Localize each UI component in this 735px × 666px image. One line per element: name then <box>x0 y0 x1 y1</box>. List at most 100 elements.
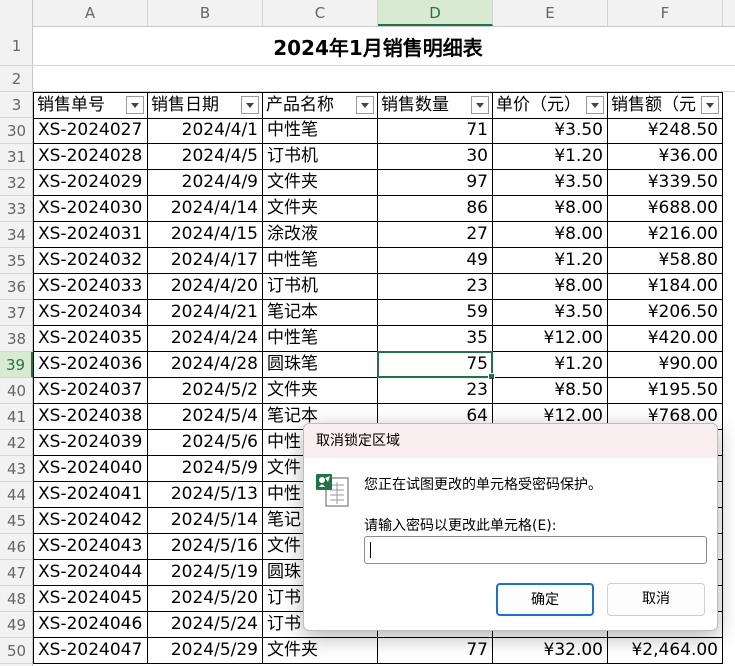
table-cell-qty[interactable]: 59 <box>378 300 493 326</box>
table-cell-id[interactable]: XS-2024028 <box>33 144 148 170</box>
table-cell-date[interactable]: 2024/5/16 <box>148 534 263 560</box>
column-header-e[interactable]: E <box>493 0 608 26</box>
table-cell-price[interactable]: ¥32.00 <box>493 638 608 664</box>
table-cell-id[interactable]: XS-2024032 <box>33 248 148 274</box>
table-cell-amount[interactable]: ¥216.00 <box>608 222 723 248</box>
table-cell-amount[interactable]: ¥58.80 <box>608 248 723 274</box>
table-cell-id[interactable]: XS-2024037 <box>33 378 148 404</box>
ok-button[interactable]: 确定 <box>496 583 594 616</box>
table-cell-date[interactable]: 2024/4/21 <box>148 300 263 326</box>
row-header-49[interactable]: 49 <box>0 612 33 638</box>
table-cell-price[interactable]: ¥12.00 <box>493 326 608 352</box>
table-cell-amount[interactable]: ¥2,464.00 <box>608 638 723 664</box>
row-header-36[interactable]: 36 <box>0 274 33 300</box>
table-cell-date[interactable]: 2024/4/1 <box>148 118 263 144</box>
table-cell-price[interactable]: ¥1.20 <box>493 248 608 274</box>
table-cell-product[interactable]: 中性笔 <box>263 248 378 274</box>
row-header-38[interactable]: 38 <box>0 326 33 352</box>
row-header-40[interactable]: 40 <box>0 378 33 404</box>
table-cell-qty[interactable]: 23 <box>378 274 493 300</box>
row-header-1[interactable]: 1 <box>0 26 33 66</box>
table-cell-amount[interactable]: ¥339.50 <box>608 170 723 196</box>
table-cell-date[interactable]: 2024/5/9 <box>148 456 263 482</box>
table-cell-date[interactable]: 2024/5/13 <box>148 482 263 508</box>
table-cell-date[interactable]: 2024/5/6 <box>148 430 263 456</box>
table-cell-amount[interactable]: ¥206.50 <box>608 300 723 326</box>
table-cell-qty[interactable]: 30 <box>378 144 493 170</box>
table-cell-product[interactable]: 文件夹 <box>263 638 378 664</box>
table-cell-qty[interactable]: 35 <box>378 326 493 352</box>
table-cell-date[interactable]: 2024/5/20 <box>148 586 263 612</box>
select-all-corner[interactable] <box>0 0 33 26</box>
column-header-c[interactable]: C <box>263 0 378 26</box>
table-cell-qty[interactable]: 71 <box>378 118 493 144</box>
filter-dropdown-icon[interactable] <box>586 96 604 114</box>
table-header-cell[interactable]: 产品名称 <box>263 92 378 119</box>
table-cell-date[interactable]: 2024/5/29 <box>148 638 263 664</box>
table-cell-date[interactable]: 2024/4/5 <box>148 144 263 170</box>
table-cell-product[interactable]: 文件夹 <box>263 196 378 222</box>
table-cell-id[interactable]: XS-2024035 <box>33 326 148 352</box>
filter-dropdown-icon[interactable] <box>471 96 489 114</box>
row-header-39[interactable]: 39 <box>0 352 33 378</box>
table-cell-id[interactable]: XS-2024041 <box>33 482 148 508</box>
table-header-cell[interactable]: 销售单号 <box>33 92 148 119</box>
table-cell-product[interactable]: 中性笔 <box>263 326 378 352</box>
table-cell-date[interactable]: 2024/5/24 <box>148 612 263 638</box>
table-cell-id[interactable]: XS-2024045 <box>33 586 148 612</box>
table-cell-price[interactable]: ¥3.50 <box>493 118 608 144</box>
table-cell-product[interactable]: 笔记本 <box>263 300 378 326</box>
table-cell-product[interactable]: 中性笔 <box>263 118 378 144</box>
table-cell-product[interactable]: 文件夹 <box>263 378 378 404</box>
table-cell-product[interactable]: 文件夹 <box>263 170 378 196</box>
table-cell-date[interactable]: 2024/4/28 <box>148 352 263 378</box>
table-cell-id[interactable]: XS-2024031 <box>33 222 148 248</box>
table-cell-id[interactable]: XS-2024033 <box>33 274 148 300</box>
table-cell-qty[interactable]: 77 <box>378 638 493 664</box>
column-header-a[interactable]: A <box>33 0 148 26</box>
row-header-33[interactable]: 33 <box>0 196 33 222</box>
table-cell-amount[interactable]: ¥688.00 <box>608 196 723 222</box>
table-cell-id[interactable]: XS-2024039 <box>33 430 148 456</box>
table-header-cell[interactable]: 销售数量 <box>378 92 493 119</box>
row-header-35[interactable]: 35 <box>0 248 33 274</box>
table-cell-id[interactable]: XS-2024034 <box>33 300 148 326</box>
row-header-2[interactable]: 2 <box>0 66 33 92</box>
table-cell-id[interactable]: XS-2024047 <box>33 638 148 664</box>
cancel-button[interactable]: 取消 <box>607 583 705 616</box>
row-header-41[interactable]: 41 <box>0 404 33 430</box>
row-header-46[interactable]: 46 <box>0 534 33 560</box>
table-cell-date[interactable]: 2024/4/24 <box>148 326 263 352</box>
table-cell-amount[interactable]: ¥36.00 <box>608 144 723 170</box>
table-cell-amount[interactable]: ¥184.00 <box>608 274 723 300</box>
row-header-43[interactable]: 43 <box>0 456 33 482</box>
row-header-47[interactable]: 47 <box>0 560 33 586</box>
table-cell-id[interactable]: XS-2024040 <box>33 456 148 482</box>
table-cell-product[interactable]: 订书机 <box>263 274 378 300</box>
table-cell-amount[interactable]: ¥420.00 <box>608 326 723 352</box>
row-header-3[interactable]: 3 <box>0 92 33 118</box>
table-cell-id[interactable]: XS-2024027 <box>33 118 148 144</box>
table-cell-price[interactable]: ¥3.50 <box>493 300 608 326</box>
filter-dropdown-icon[interactable] <box>356 96 374 114</box>
table-cell-id[interactable]: XS-2024030 <box>33 196 148 222</box>
row-header-30[interactable]: 30 <box>0 118 33 144</box>
password-input[interactable] <box>364 536 707 564</box>
table-cell-date[interactable]: 2024/4/20 <box>148 274 263 300</box>
sheet-title[interactable]: 2024年1月销售明细表 <box>33 26 723 66</box>
table-cell-price[interactable]: ¥1.20 <box>493 352 608 378</box>
table-cell-date[interactable]: 2024/4/9 <box>148 170 263 196</box>
table-cell-date[interactable]: 2024/5/14 <box>148 508 263 534</box>
table-cell-id[interactable]: XS-2024046 <box>33 612 148 638</box>
table-cell-date[interactable]: 2024/4/14 <box>148 196 263 222</box>
row-header-31[interactable]: 31 <box>0 144 33 170</box>
row-header-50[interactable]: 50 <box>0 638 33 664</box>
table-cell-id[interactable]: XS-2024044 <box>33 560 148 586</box>
filter-dropdown-icon[interactable] <box>241 96 259 114</box>
row-header-44[interactable]: 44 <box>0 482 33 508</box>
table-cell-price[interactable]: ¥1.20 <box>493 144 608 170</box>
filter-dropdown-icon[interactable] <box>701 96 719 114</box>
table-header-cell[interactable]: 单价（元） <box>493 92 608 119</box>
column-header-b[interactable]: B <box>148 0 263 26</box>
table-cell-product[interactable]: 圆珠笔 <box>263 352 378 378</box>
